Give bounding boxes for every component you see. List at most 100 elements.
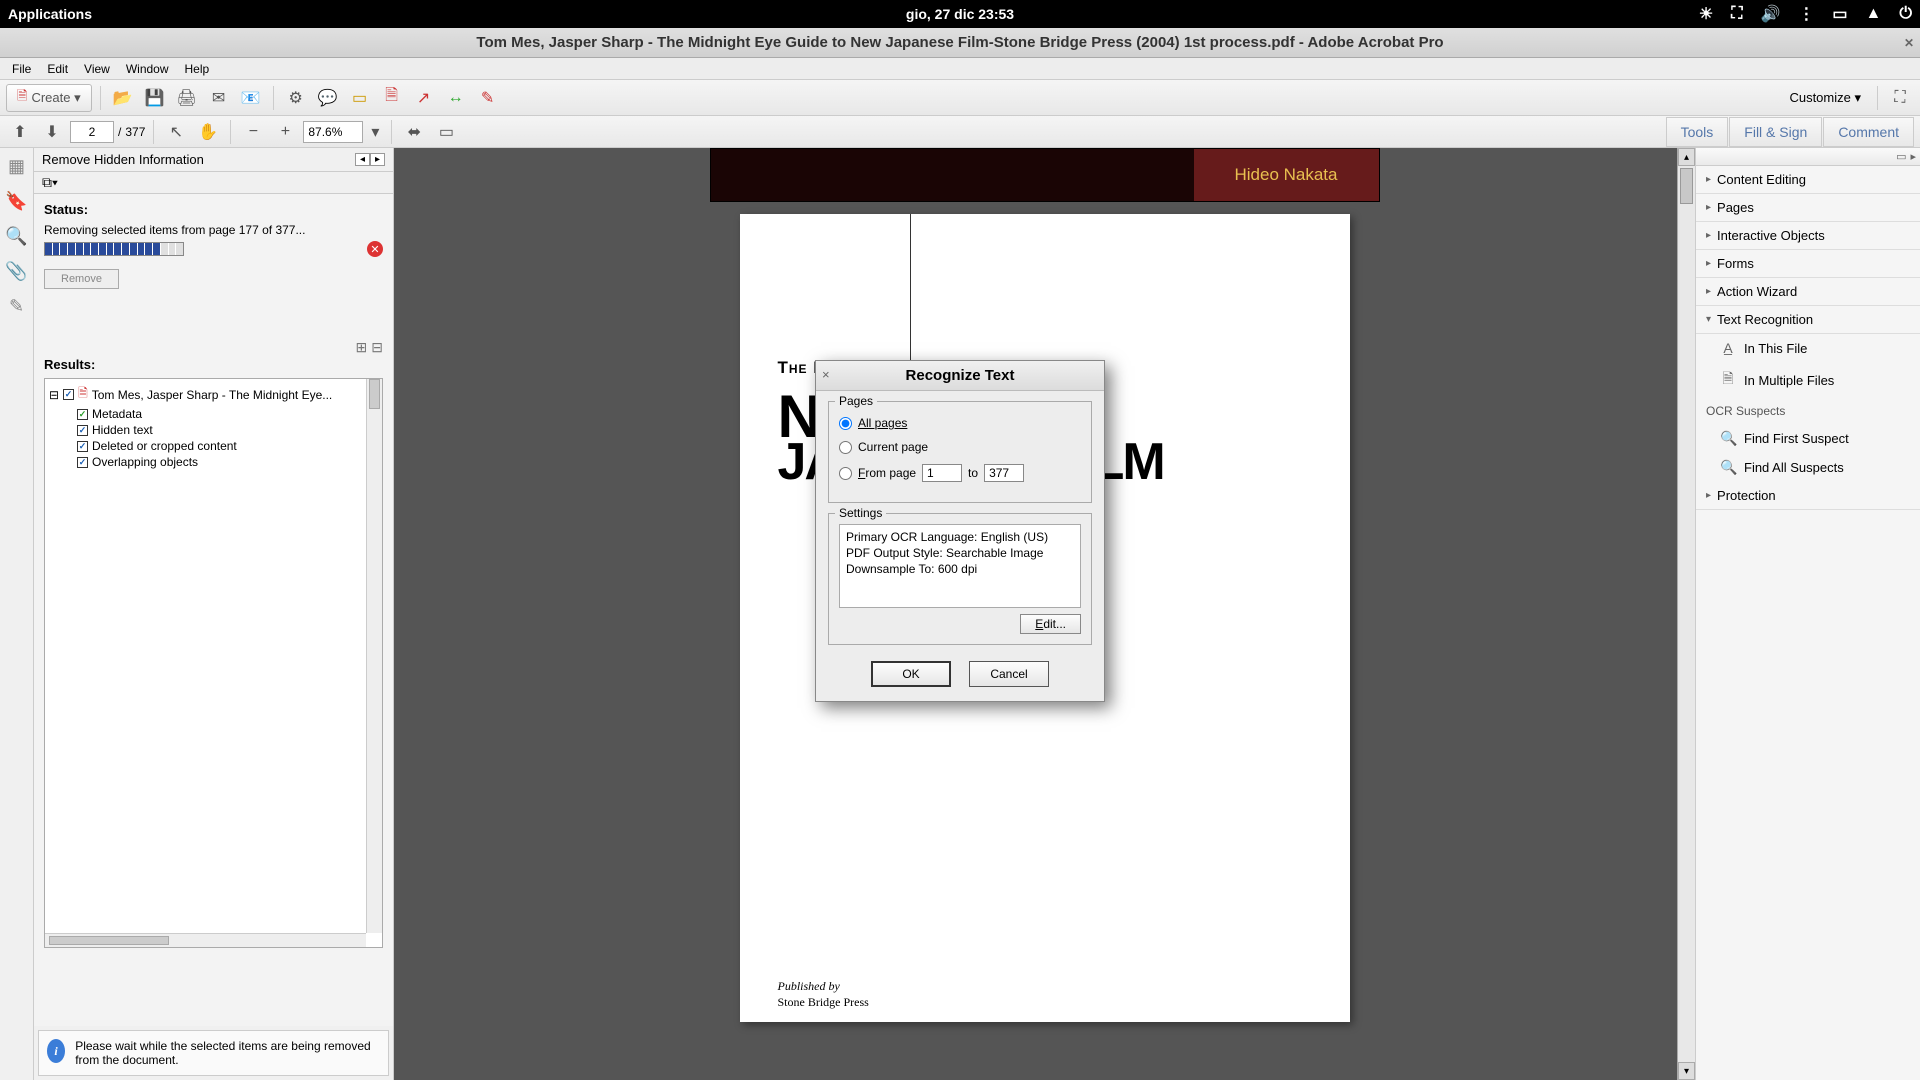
search-panel-icon[interactable]: 🔍: [5, 226, 27, 247]
wifi-icon[interactable]: ⋮: [1798, 4, 1814, 24]
scroll-down-button[interactable]: ▾: [1678, 1062, 1695, 1080]
tree-item-label: Overlapping objects: [92, 455, 198, 469]
find-all-suspects[interactable]: 🔍Find All Suspects: [1696, 453, 1920, 482]
from-page-input[interactable]: [922, 464, 962, 482]
panel-options-icon[interactable]: ⧉▾: [42, 174, 58, 191]
expand-all-icon[interactable]: ⊞: [356, 339, 368, 356]
section-protection[interactable]: Protection: [1696, 482, 1920, 510]
tree-item-checkbox[interactable]: [77, 457, 88, 468]
settings-icon[interactable]: ⚙: [282, 84, 310, 112]
tree-item-label: Deleted or cropped content: [92, 439, 237, 453]
zoom-dropdown[interactable]: ▾: [367, 118, 383, 146]
tree-root-checkbox[interactable]: [63, 389, 74, 400]
tree-item-checkbox[interactable]: [77, 409, 88, 420]
tree-item-checkbox[interactable]: [77, 441, 88, 452]
tree-item-checkbox[interactable]: [77, 425, 88, 436]
find-first-suspect[interactable]: 🔍Find First Suspect: [1696, 424, 1920, 453]
page-separator: /: [118, 125, 121, 139]
tab-fill-sign[interactable]: Fill & Sign: [1729, 117, 1822, 147]
export-icon[interactable]: ↗: [410, 84, 438, 112]
section-action-wizard[interactable]: Action Wizard: [1696, 278, 1920, 306]
monitor-icon[interactable]: ⛶: [1731, 5, 1742, 23]
sign-icon[interactable]: ✎: [474, 84, 502, 112]
panel-collapse-icon[interactable]: ▸: [1910, 150, 1916, 163]
ocr-in-multiple-files[interactable]: 🗎In Multiple Files: [1696, 362, 1920, 398]
to-page-input[interactable]: [984, 464, 1024, 482]
tree-vertical-scrollbar[interactable]: [366, 379, 382, 933]
open-button[interactable]: 📂: [109, 84, 137, 112]
create-button[interactable]: 🗎Create ▾: [6, 84, 92, 112]
attachments-icon[interactable]: 📎: [5, 261, 27, 282]
zoom-input[interactable]: [303, 121, 363, 143]
document-scrollbar[interactable]: ▴ ▾: [1677, 148, 1695, 1080]
customize-button[interactable]: Customize ▾: [1781, 88, 1869, 108]
cancel-progress-button[interactable]: ✕: [367, 241, 383, 257]
stamp-icon[interactable]: 🗎: [378, 84, 406, 112]
results-label: Results:: [44, 357, 95, 372]
label-from-page[interactable]: From page: [858, 466, 916, 480]
brightness-icon[interactable]: ☀: [1699, 4, 1713, 24]
fit-width-icon[interactable]: ⬌: [400, 118, 428, 146]
notifications-icon[interactable]: ▲: [1866, 5, 1882, 23]
bookmarks-icon[interactable]: 🔖: [5, 191, 27, 212]
section-text-recognition[interactable]: Text Recognition: [1696, 306, 1920, 334]
share-button[interactable]: 📧: [237, 84, 265, 112]
applications-menu[interactable]: Applications: [8, 6, 92, 22]
pdf-icon: 🗎: [78, 384, 88, 405]
select-tool-icon[interactable]: ↖: [162, 118, 190, 146]
battery-icon[interactable]: ▭: [1832, 4, 1847, 24]
label-current-page[interactable]: Current page: [858, 440, 928, 454]
radio-from-page[interactable]: [839, 467, 852, 480]
power-icon[interactable]: ⏻: [1899, 5, 1912, 23]
collapse-all-icon[interactable]: ⊟: [371, 339, 383, 356]
tab-comment[interactable]: Comment: [1823, 117, 1914, 147]
menu-file[interactable]: File: [4, 60, 39, 78]
page-up-button[interactable]: ⬆: [6, 118, 34, 146]
system-datetime: gio, 27 dic 23:53: [906, 6, 1014, 22]
zoom-out-button[interactable]: −: [239, 118, 267, 146]
fullscreen-icon[interactable]: ⛶: [1886, 84, 1914, 112]
edit-settings-button[interactable]: Edit...: [1020, 614, 1081, 634]
menu-view[interactable]: View: [76, 60, 118, 78]
section-interactive-objects[interactable]: Interactive Objects: [1696, 222, 1920, 250]
pages-legend: Pages: [835, 394, 877, 408]
page-number-input[interactable]: [70, 121, 114, 143]
highlight-icon[interactable]: ▭: [346, 84, 374, 112]
ok-button[interactable]: OK: [871, 661, 951, 687]
section-forms[interactable]: Forms: [1696, 250, 1920, 278]
label-all-pages[interactable]: All pages: [858, 416, 907, 430]
panel-menu-icon[interactable]: ▭: [1896, 150, 1906, 163]
volume-icon[interactable]: 🔊: [1760, 4, 1780, 24]
section-content-editing[interactable]: Content Editing: [1696, 166, 1920, 194]
panel-prev-button[interactable]: ◂: [355, 153, 370, 166]
menu-window[interactable]: Window: [118, 60, 177, 78]
email-button[interactable]: ✉: [205, 84, 233, 112]
page-down-button[interactable]: ⬇: [38, 118, 66, 146]
window-close-icon[interactable]: ✕: [1904, 36, 1914, 50]
scroll-up-button[interactable]: ▴: [1678, 148, 1695, 166]
menu-edit[interactable]: Edit: [39, 60, 76, 78]
publisher-name: Stone Bridge Press: [778, 995, 869, 1010]
cancel-button[interactable]: Cancel: [969, 661, 1049, 687]
signatures-icon[interactable]: ✎: [9, 296, 24, 317]
tab-tools[interactable]: Tools: [1666, 117, 1729, 147]
attach-icon[interactable]: ↔: [442, 84, 470, 112]
thumbnails-icon[interactable]: ▦: [8, 156, 25, 177]
section-pages[interactable]: Pages: [1696, 194, 1920, 222]
radio-current-page[interactable]: [839, 441, 852, 454]
tree-horizontal-scrollbar[interactable]: [45, 933, 366, 947]
fit-page-icon[interactable]: ▭: [432, 118, 460, 146]
comment-icon[interactable]: 💬: [314, 84, 342, 112]
dialog-close-button[interactable]: ×: [822, 367, 830, 382]
previous-page-strip: Hideo Nakata: [710, 148, 1380, 202]
results-tree[interactable]: ⊟🗎Tom Mes, Jasper Sharp - The Midnight E…: [44, 378, 383, 948]
zoom-in-button[interactable]: +: [271, 118, 299, 146]
menu-help[interactable]: Help: [177, 60, 218, 78]
radio-all-pages[interactable]: [839, 417, 852, 430]
scroll-thumb[interactable]: [1680, 168, 1693, 204]
print-button[interactable]: 🖨: [173, 84, 201, 112]
panel-next-button[interactable]: ▸: [370, 153, 385, 166]
hand-tool-icon[interactable]: ✋: [194, 118, 222, 146]
ocr-in-this-file[interactable]: A̲In This File: [1696, 334, 1920, 362]
save-button[interactable]: 💾: [141, 84, 169, 112]
